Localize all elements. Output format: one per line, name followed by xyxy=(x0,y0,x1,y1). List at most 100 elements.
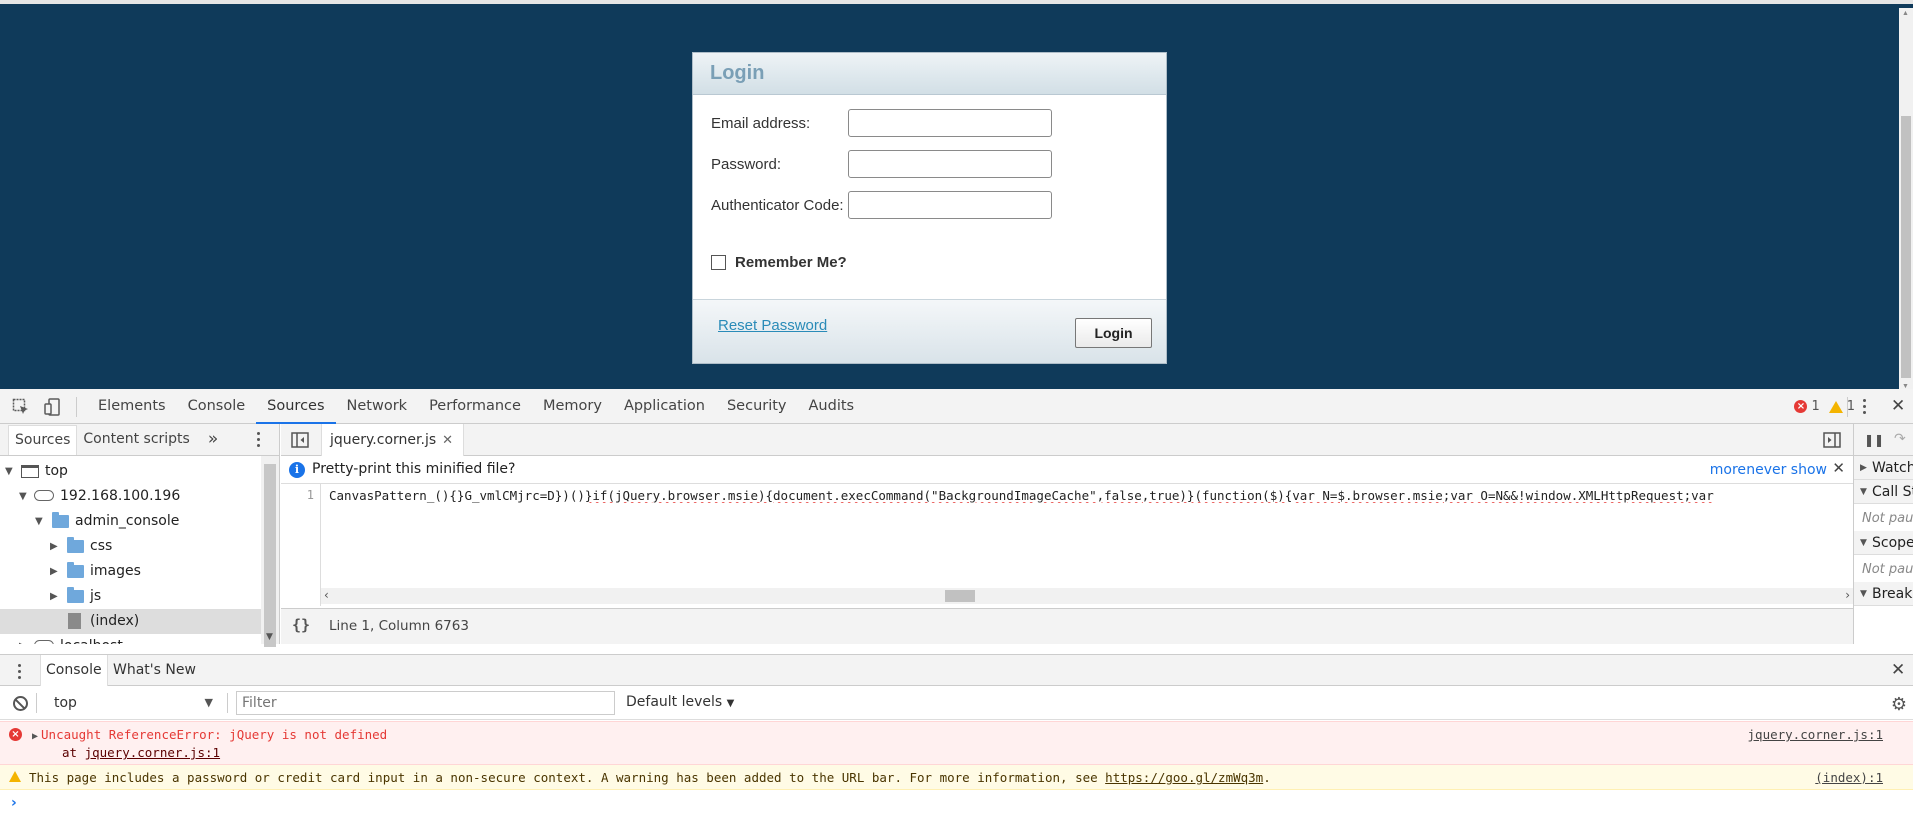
tab-sources[interactable]: Sources xyxy=(256,389,336,424)
console-prompt[interactable]: › xyxy=(11,795,17,811)
drawer-menu-icon[interactable] xyxy=(18,664,22,682)
navigator-scrollbar[interactable]: ▼ xyxy=(261,456,279,647)
warning-source-link[interactable]: (index):1 xyxy=(1815,770,1883,785)
line-number: 1 xyxy=(306,488,314,502)
warning-help-link[interactable]: https://goo.gl/zmWq3m xyxy=(1105,770,1263,785)
context-select[interactable]: top ▼ xyxy=(45,690,217,716)
tab-application[interactable]: Application xyxy=(613,389,716,424)
tab-audits[interactable]: Audits xyxy=(798,389,866,424)
inspect-element-icon[interactable] xyxy=(12,398,30,416)
editor-scrollbar-thumb[interactable] xyxy=(945,590,975,602)
tab-whats-new[interactable]: What's New xyxy=(108,655,201,686)
toggle-debugger-icon[interactable] xyxy=(1823,432,1841,451)
breakpoints-section[interactable]: ▼ Breakpoints xyxy=(1854,582,1913,606)
tree-item-localhost[interactable]: ▶ localhost xyxy=(0,634,261,644)
collapsed-icon[interactable]: ▶ xyxy=(50,559,58,584)
remember-me-checkbox[interactable] xyxy=(711,254,726,270)
close-tab-icon[interactable]: ✕ xyxy=(442,433,453,448)
tree-item-css[interactable]: ▶ css xyxy=(0,534,261,559)
collapsed-icon[interactable]: ▶ xyxy=(50,534,58,559)
scope-section[interactable]: ▼ Scope xyxy=(1854,531,1913,555)
info-icon: i xyxy=(289,462,305,478)
tree-item-top[interactable]: ▼ top xyxy=(0,459,261,484)
step-over-icon[interactable]: ↷ xyxy=(1894,431,1906,447)
log-levels-dropdown[interactable]: Default levels ▼ xyxy=(626,694,734,710)
clear-console-icon[interactable] xyxy=(13,696,28,711)
editor-tabs: jquery.corner.js ✕ xyxy=(281,424,1853,456)
watch-section[interactable]: ▶ Watch xyxy=(1854,456,1913,480)
page-scrollbar[interactable]: ▲ ▼ xyxy=(1899,8,1913,393)
more-link[interactable]: more xyxy=(1710,462,1746,478)
page-scrollbar-thumb[interactable] xyxy=(1901,116,1911,378)
navigator-menu-icon[interactable] xyxy=(257,432,261,450)
console-error-message[interactable]: × ▶ Uncaught ReferenceError: jQuery is no… xyxy=(0,721,1913,765)
scroll-down-icon[interactable]: ▼ xyxy=(266,632,273,642)
expand-icon[interactable]: ▼ xyxy=(35,509,43,534)
tree-item-admin-console[interactable]: ▼ admin_console xyxy=(0,509,261,534)
filter-input[interactable] xyxy=(236,691,615,715)
expand-icon[interactable]: ▶ xyxy=(32,731,38,742)
tree-item-label: images xyxy=(90,563,141,579)
close-devtools-icon[interactable]: ✕ xyxy=(1891,398,1905,415)
navigator-scrollbar-thumb[interactable] xyxy=(264,464,276,647)
frame-icon xyxy=(21,465,39,478)
tab-drawer-console[interactable]: Console xyxy=(40,655,108,686)
device-toolbar-icon[interactable] xyxy=(44,398,62,416)
tab-network[interactable]: Network xyxy=(336,389,419,424)
tab-memory[interactable]: Memory xyxy=(532,389,613,424)
pretty-print-icon[interactable]: {} xyxy=(292,616,310,634)
tab-elements[interactable]: Elements xyxy=(87,389,177,424)
debugger-sidebar: ❚❚ ↷ ▶ Watch ▼ Call Stack Not paused ▼ Scop… xyxy=(1853,424,1913,644)
reset-password-link[interactable]: Reset Password xyxy=(718,317,827,334)
file-tab[interactable]: jquery.corner.js ✕ xyxy=(321,424,465,456)
scroll-left-icon[interactable]: ‹ xyxy=(324,588,329,602)
tab-performance[interactable]: Performance xyxy=(418,389,532,424)
scroll-right-icon[interactable]: › xyxy=(1845,588,1850,602)
never-show-link[interactable]: never show xyxy=(1746,462,1827,478)
error-message-text: Uncaught ReferenceError: jQuery is not d… xyxy=(41,727,388,742)
collapsed-icon[interactable]: ▶ xyxy=(19,634,27,644)
error-icon: × xyxy=(1794,400,1808,413)
close-drawer-icon[interactable]: ✕ xyxy=(1891,662,1905,679)
close-infobar-icon[interactable]: ✕ xyxy=(1832,459,1845,477)
remember-me-row[interactable]: Remember Me? xyxy=(711,251,847,273)
toggle-navigator-icon[interactable] xyxy=(291,432,309,451)
code-line[interactable]: CanvasPattern_(){}G_vmlCMjrc=D})()}if(jQ… xyxy=(329,488,1853,503)
expand-icon[interactable]: ▼ xyxy=(19,484,27,509)
collapsed-icon[interactable]: ▶ xyxy=(50,584,58,609)
login-button[interactable]: Login xyxy=(1075,318,1152,348)
authenticator-label: Authenticator Code: xyxy=(711,197,844,214)
code-area[interactable]: 1 CanvasPattern_(){}G_vmlCMjrc=D})()}if(… xyxy=(281,484,1853,606)
gear-icon[interactable]: ⚙ xyxy=(1891,694,1907,715)
password-label: Password: xyxy=(711,156,782,173)
console-warning-message[interactable]: This page includes a password or credit … xyxy=(0,765,1913,790)
tree-item-js[interactable]: ▶ js xyxy=(0,584,261,609)
call-stack-section[interactable]: ▼ Call Stack xyxy=(1854,480,1913,504)
devtools-menu-icon[interactable] xyxy=(1863,399,1867,417)
pause-icon[interactable]: ❚❚ xyxy=(1864,433,1884,447)
editor-horizontal-scrollbar[interactable]: ‹ › xyxy=(321,588,1853,604)
error-source-link[interactable]: jquery.corner.js:1 xyxy=(1748,727,1883,742)
folder-icon xyxy=(67,587,84,603)
password-field[interactable] xyxy=(848,150,1052,178)
source-editor: jquery.corner.js ✕ i Pretty-print this mi… xyxy=(281,424,1853,644)
more-tabs-icon[interactable]: » xyxy=(196,424,224,455)
error-stack-link[interactable]: jquery.corner.js:1 xyxy=(85,745,220,760)
code-text: CanvasPattern_(){}G_vmlCMjrc=D})() xyxy=(329,488,585,503)
authenticator-field[interactable] xyxy=(848,191,1052,219)
tab-security[interactable]: Security xyxy=(716,389,798,424)
editor-status-bar: {} Line 1, Column 6763 xyxy=(281,608,1853,644)
tree-item-label: 192.168.100.196 xyxy=(60,488,181,504)
tree-item-host[interactable]: ▼ 192.168.100.196 xyxy=(0,484,261,509)
tab-content-scripts[interactable]: Content scripts xyxy=(77,424,195,455)
tree-item-images[interactable]: ▶ images xyxy=(0,559,261,584)
tab-navigator-sources[interactable]: Sources xyxy=(8,425,78,455)
issue-counters[interactable]: × 1 1 xyxy=(1794,399,1855,414)
scroll-up-icon[interactable]: ▲ xyxy=(1902,10,1909,18)
tree-item-index[interactable]: (index) xyxy=(0,609,261,634)
error-text[interactable]: ▶ Uncaught ReferenceError: jQuery is not … xyxy=(32,727,387,742)
file-icon xyxy=(68,613,81,629)
expand-icon[interactable]: ▼ xyxy=(5,459,13,484)
email-field[interactable] xyxy=(848,109,1052,137)
tab-console[interactable]: Console xyxy=(177,389,257,424)
